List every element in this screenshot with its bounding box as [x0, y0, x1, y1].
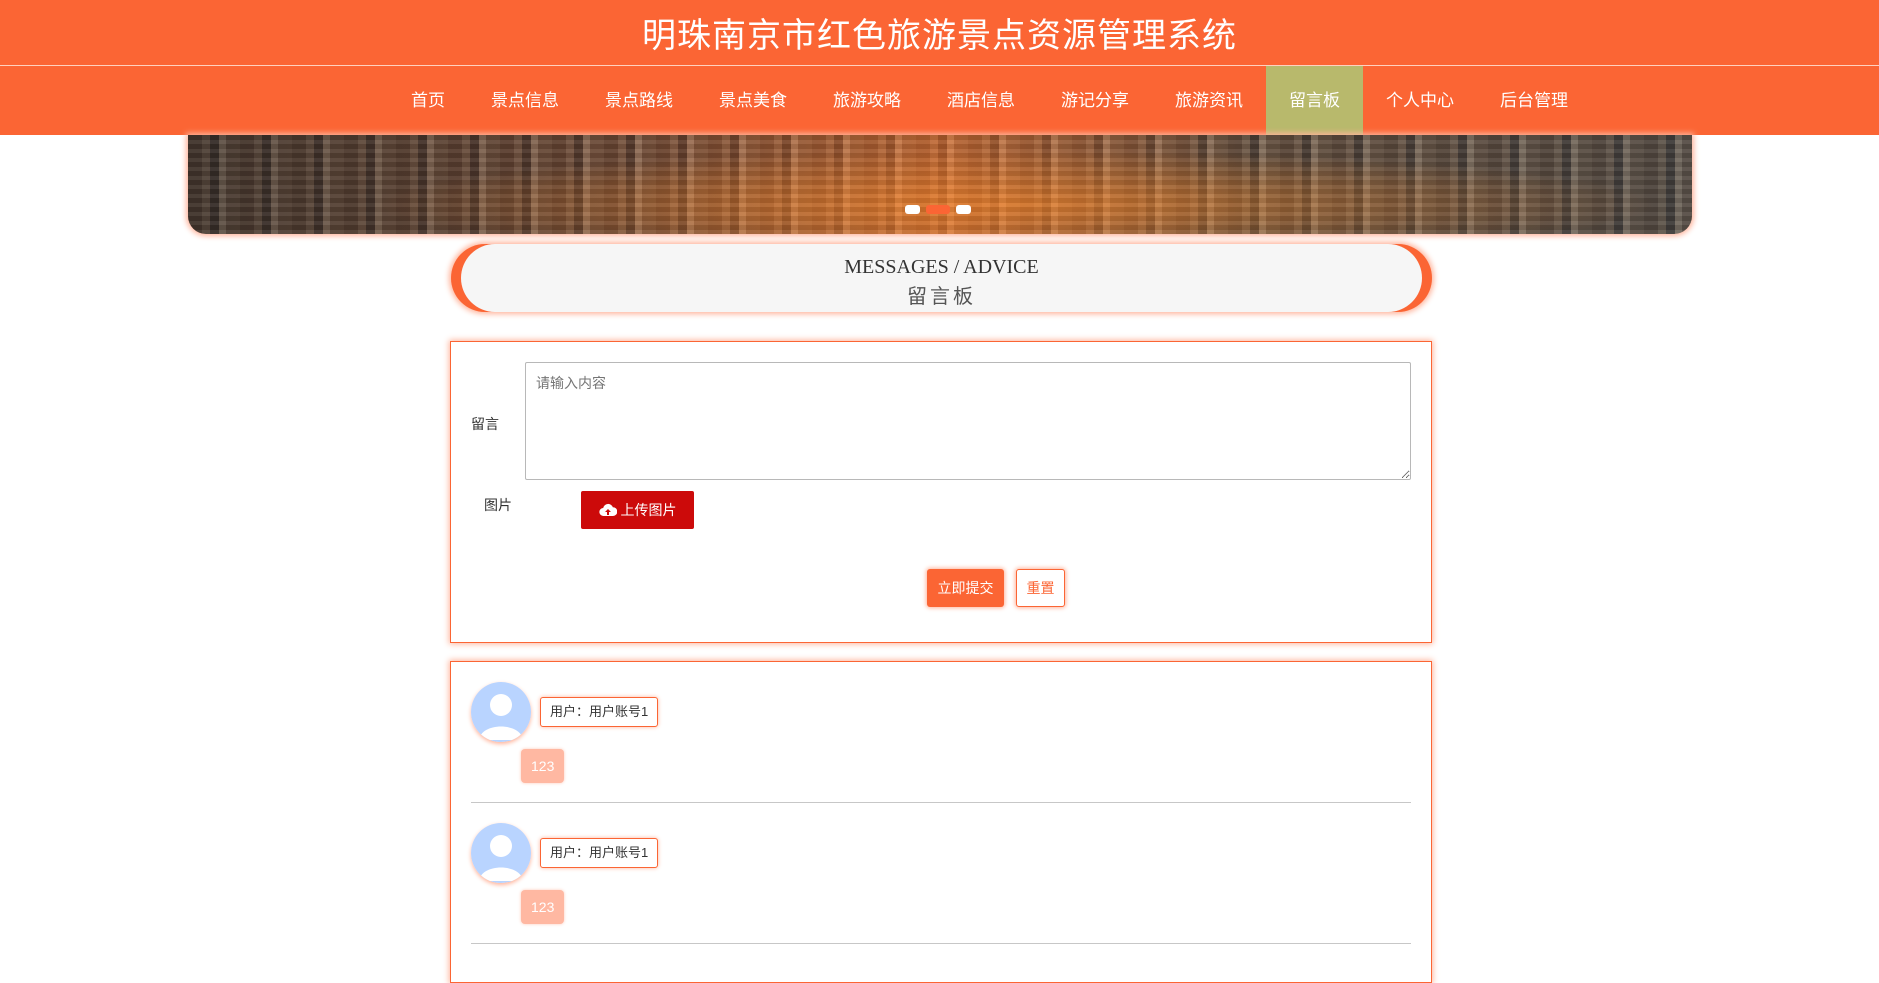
section-title-cn: 留言板 [907, 286, 976, 308]
nav-item-travel-notes[interactable]: 游记分享 [1038, 66, 1152, 135]
divider [471, 943, 1411, 944]
message-user: 用户：用户账号1 [540, 697, 659, 727]
upload-image-label: 上传图片 [620, 502, 677, 518]
section-title: MESSAGES / ADVICE 留言板 [451, 244, 1432, 312]
carousel-dot-active[interactable] [926, 205, 950, 214]
main-nav: 首页 景点信息 景点路线 景点美食 旅游攻略 酒店信息 游记分享 旅游资讯 留言… [0, 66, 1879, 135]
carousel-dot[interactable] [905, 205, 920, 214]
carousel-dots [905, 205, 971, 214]
nav-item-admin[interactable]: 后台管理 [1477, 66, 1591, 135]
banner-image[interactable] [188, 135, 1692, 234]
avatar [471, 682, 531, 742]
nav-item-travel-news[interactable]: 旅游资讯 [1152, 66, 1266, 135]
message-user: 用户：用户账号1 [540, 838, 659, 868]
user-avatar-icon [471, 682, 531, 742]
site-title: 明珠南京市红色旅游景点资源管理系统 [642, 17, 1237, 55]
reset-button[interactable]: 重置 [1016, 569, 1065, 607]
nav-item-personal-center[interactable]: 个人中心 [1363, 66, 1477, 135]
nav-item-hotels[interactable]: 酒店信息 [924, 66, 1038, 135]
message-form: 留言 图片 上传图片 立即提交 重置 [450, 341, 1432, 643]
cloud-upload-icon [598, 503, 617, 517]
message-content: 123 [521, 749, 565, 783]
section-title-en: MESSAGES / ADVICE [844, 256, 1039, 278]
message-input[interactable] [525, 362, 1411, 480]
image-label: 图片 [484, 497, 512, 513]
nav-item-scenic-food[interactable]: 景点美食 [696, 66, 810, 135]
nav-item-scenic-info[interactable]: 景点信息 [468, 66, 582, 135]
carousel-dot[interactable] [956, 205, 971, 214]
submit-button[interactable]: 立即提交 [927, 569, 1004, 607]
nav-item-home[interactable]: 首页 [388, 66, 468, 135]
nav-item-scenic-routes[interactable]: 景点路线 [582, 66, 696, 135]
message-label: 留言 [471, 416, 499, 432]
message-content: 123 [521, 890, 565, 924]
upload-image-button[interactable]: 上传图片 [581, 491, 694, 529]
message-list: 用户：用户账号1 123 用户：用户账号1 123 [450, 661, 1432, 983]
nav-item-message-board[interactable]: 留言板 [1266, 66, 1363, 135]
user-avatar-icon [471, 823, 531, 883]
header: 明珠南京市红色旅游景点资源管理系统 [0, 0, 1879, 66]
nav-item-travel-guides[interactable]: 旅游攻略 [810, 66, 924, 135]
message-item: 用户：用户账号1 123 [471, 662, 1411, 803]
message-item: 用户：用户账号1 123 [471, 803, 1411, 944]
avatar [471, 823, 531, 883]
